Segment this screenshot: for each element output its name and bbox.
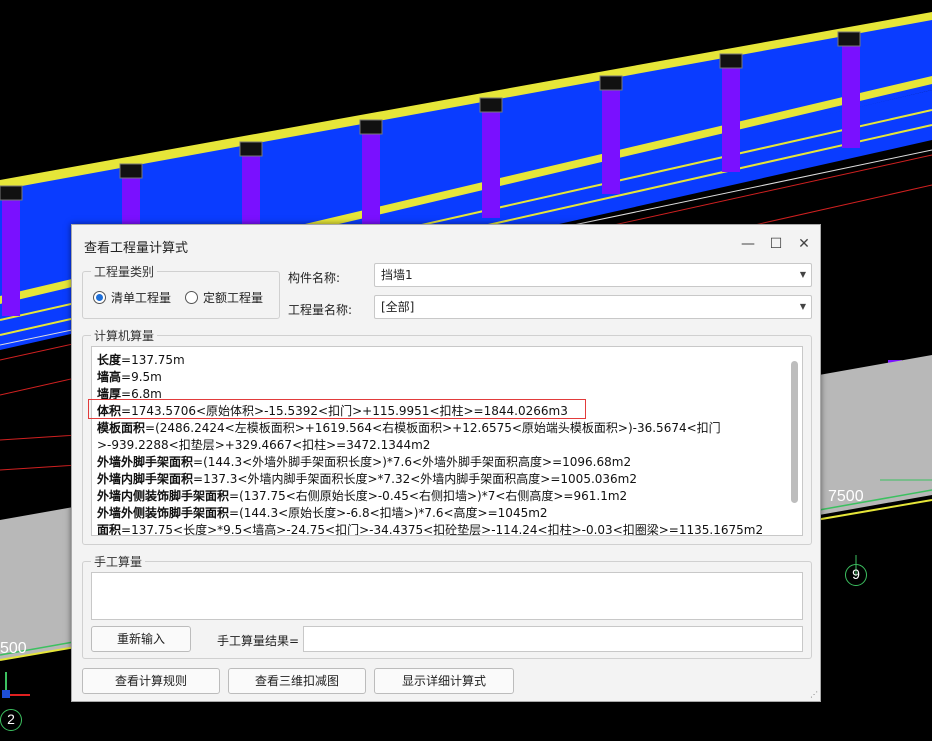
chevron-down-icon: ▼ bbox=[799, 302, 806, 311]
chevron-down-icon: ▼ bbox=[799, 270, 806, 279]
calc-group: 计算机算量 长度=137.75m 墙高=9.5m 墙厚=6.8m 体积=1743… bbox=[82, 327, 812, 545]
calc-lines: 长度=137.75m 墙高=9.5m 墙厚=6.8m 体积=1743.5706<… bbox=[97, 352, 785, 536]
quantity-name-label: 工程量名称: bbox=[288, 303, 353, 317]
radio-quota-quantity[interactable]: 定额工程量 bbox=[185, 289, 263, 306]
calc-line: 面积=137.75<长度>*9.5<墙高>-24.75<扣门>-34.4375<… bbox=[97, 523, 764, 536]
manual-group-label: 手工算量 bbox=[91, 553, 146, 570]
calc-text-area[interactable]: 长度=137.75m 墙高=9.5m 墙厚=6.8m 体积=1743.5706<… bbox=[91, 346, 803, 536]
calc-line: 外墙外脚手架面积=(144.3<外墙外脚手架面积长度>)*7.6<外墙外脚手架面… bbox=[97, 455, 632, 469]
close-icon[interactable]: ✕ bbox=[792, 233, 816, 255]
axis-number-9: 9 bbox=[845, 564, 867, 586]
manual-group: 手工算量 重新输入 手工算量结果= bbox=[82, 553, 812, 659]
quantity-name-select-value: [全部] bbox=[381, 300, 415, 314]
quantity-name-select[interactable]: [全部] ▼ bbox=[374, 295, 812, 319]
dimension-label-500: 500 bbox=[0, 640, 27, 657]
calc-formula-dialog: 查看工程量计算式 — ☐ ✕ 工程量类别 清单工程量 定额工程量 构件名称: 挡… bbox=[71, 224, 821, 702]
manual-result-label: 手工算量结果= bbox=[217, 634, 300, 648]
category-group-label: 工程量类别 bbox=[91, 263, 158, 280]
calc-line: 外墙内侧装饰脚手架面积=(137.75<右侧原始长度>-0.45<右侧扣墙>)*… bbox=[97, 489, 628, 503]
component-select[interactable]: 挡墙1 ▼ bbox=[374, 263, 812, 287]
reinput-button[interactable]: 重新输入 bbox=[91, 626, 191, 652]
radio-list-label: 清单工程量 bbox=[111, 291, 172, 305]
radio-checked-icon bbox=[93, 291, 106, 304]
calc-line: 外墙外侧装饰脚手架面积=(144.3<原始长度>-6.8<扣墙>)*7.6<高度… bbox=[97, 506, 548, 520]
axis-number-2: 2 bbox=[0, 709, 22, 731]
calc-line: 模板面积=(2486.2424<左模板面积>+1619.564<右模板面积>+1… bbox=[97, 421, 721, 452]
show-detailed-formula-button[interactable]: 显示详细计算式 bbox=[374, 668, 514, 694]
minimize-icon[interactable]: — bbox=[736, 233, 760, 255]
view-calc-rules-button[interactable]: 查看计算规则 bbox=[82, 668, 220, 694]
dialog-title: 查看工程量计算式 bbox=[84, 241, 189, 256]
calc-line: 外墙内脚手架面积=137.3<外墙内脚手架面积长度>*7.32<外墙内脚手架面积… bbox=[97, 472, 637, 486]
vertical-scrollbar[interactable] bbox=[791, 361, 798, 503]
category-group: 工程量类别 清单工程量 定额工程量 bbox=[82, 263, 280, 319]
volume-highlight-box bbox=[88, 399, 586, 419]
dimension-label-7500: 7500 bbox=[828, 488, 864, 505]
component-label: 构件名称: bbox=[288, 271, 341, 285]
manual-result-field[interactable] bbox=[303, 626, 803, 652]
radio-list-quantity[interactable]: 清单工程量 bbox=[93, 289, 171, 306]
calc-line: 墙高=9.5m bbox=[97, 370, 162, 384]
component-select-value: 挡墙1 bbox=[381, 268, 413, 282]
resize-grip-icon[interactable]: ⋰ bbox=[810, 690, 818, 699]
calc-group-label: 计算机算量 bbox=[91, 327, 158, 344]
manual-input-area[interactable] bbox=[91, 572, 803, 620]
calc-line: 长度=137.75m bbox=[97, 353, 185, 367]
radio-quota-label: 定额工程量 bbox=[203, 291, 264, 305]
maximize-icon[interactable]: ☐ bbox=[764, 233, 788, 255]
view-3d-deduction-button[interactable]: 查看三维扣减图 bbox=[228, 668, 366, 694]
radio-unchecked-icon bbox=[185, 291, 198, 304]
